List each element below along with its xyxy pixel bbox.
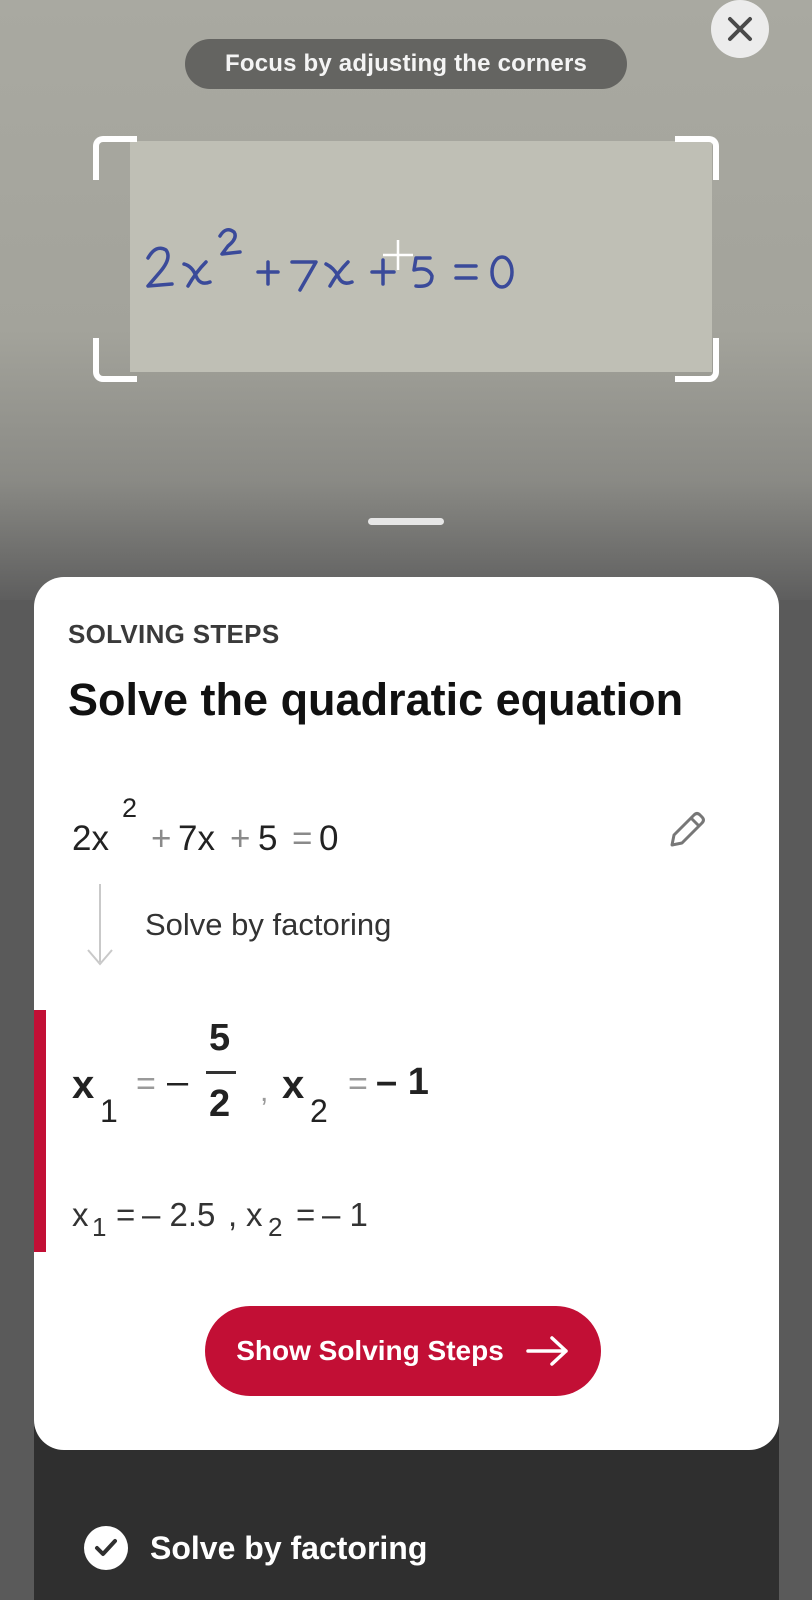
eq-plus-2: +	[230, 819, 251, 858]
decimal-sub2: 2	[268, 1212, 283, 1242]
result-minus: –	[167, 1061, 189, 1103]
arrow-right-icon	[526, 1336, 568, 1366]
edit-pencil-icon[interactable]	[664, 807, 710, 853]
result-comma: ,	[260, 1075, 269, 1108]
result-x2: x	[282, 1063, 305, 1107]
show-solving-steps-button[interactable]: Show Solving Steps	[205, 1306, 601, 1396]
close-button[interactable]	[711, 0, 769, 58]
focus-hint: Focus by adjusting the corners	[185, 39, 627, 89]
eq-plus-1: +	[151, 819, 172, 858]
decimal-eq1: =	[116, 1196, 136, 1233]
fraction-line	[206, 1071, 236, 1074]
result-numerator: 5	[209, 1017, 231, 1059]
decimal-x2: x	[246, 1196, 263, 1233]
result-highlight-bar	[34, 1010, 46, 1252]
result-x1: x	[72, 1063, 95, 1107]
step-label: Solve by factoring	[145, 907, 392, 942]
decimal-eq2: =	[296, 1196, 316, 1233]
result-equation: x 1 = – 5 2 , x 2 = – 1	[72, 1017, 492, 1147]
method-option[interactable]: Solve by factoring	[84, 1526, 427, 1570]
crop-corner-bottom-left[interactable]	[93, 338, 137, 382]
eq-term-2x: 2x	[72, 819, 109, 858]
result-eq2: =	[348, 1065, 368, 1103]
decimal-val2: – 1	[322, 1196, 368, 1233]
eq-exponent: 2	[122, 793, 138, 823]
handwritten-equation	[146, 228, 514, 292]
solution-card: SOLVING STEPS Solve the quadratic equati…	[34, 577, 779, 1450]
decimal-result: x 1 = – 2.5 , x 2 = – 1	[72, 1192, 412, 1252]
eq-equals: =	[292, 819, 313, 858]
decimal-sub1: 1	[92, 1212, 107, 1242]
down-arrow-icon	[87, 884, 113, 966]
sheet-drag-handle[interactable]	[368, 518, 444, 525]
decimal-x1: x	[72, 1196, 89, 1233]
result-val2: – 1	[376, 1061, 429, 1103]
decimal-val1: – 2.5	[142, 1196, 216, 1233]
result-eq1: =	[136, 1065, 156, 1103]
close-icon	[728, 17, 752, 41]
decimal-comma: ,	[228, 1196, 238, 1233]
eq-constant: 5	[258, 819, 278, 858]
section-label: SOLVING STEPS	[68, 619, 280, 649]
eq-rhs: 0	[319, 819, 339, 858]
crop-corner-top-right[interactable]	[675, 136, 719, 180]
result-sub2: 2	[310, 1093, 328, 1129]
method-label: Solve by factoring	[150, 1529, 428, 1566]
crop-corner-bottom-right[interactable]	[675, 338, 719, 382]
result-sub1: 1	[100, 1093, 118, 1129]
check-icon	[84, 1526, 128, 1570]
eq-term-7x: 7x	[178, 819, 215, 858]
card-title: Solve the quadratic equation	[68, 674, 684, 725]
crop-corner-top-left[interactable]	[93, 136, 137, 180]
show-steps-label: Show Solving Steps	[236, 1335, 504, 1366]
result-denominator: 2	[209, 1083, 231, 1125]
